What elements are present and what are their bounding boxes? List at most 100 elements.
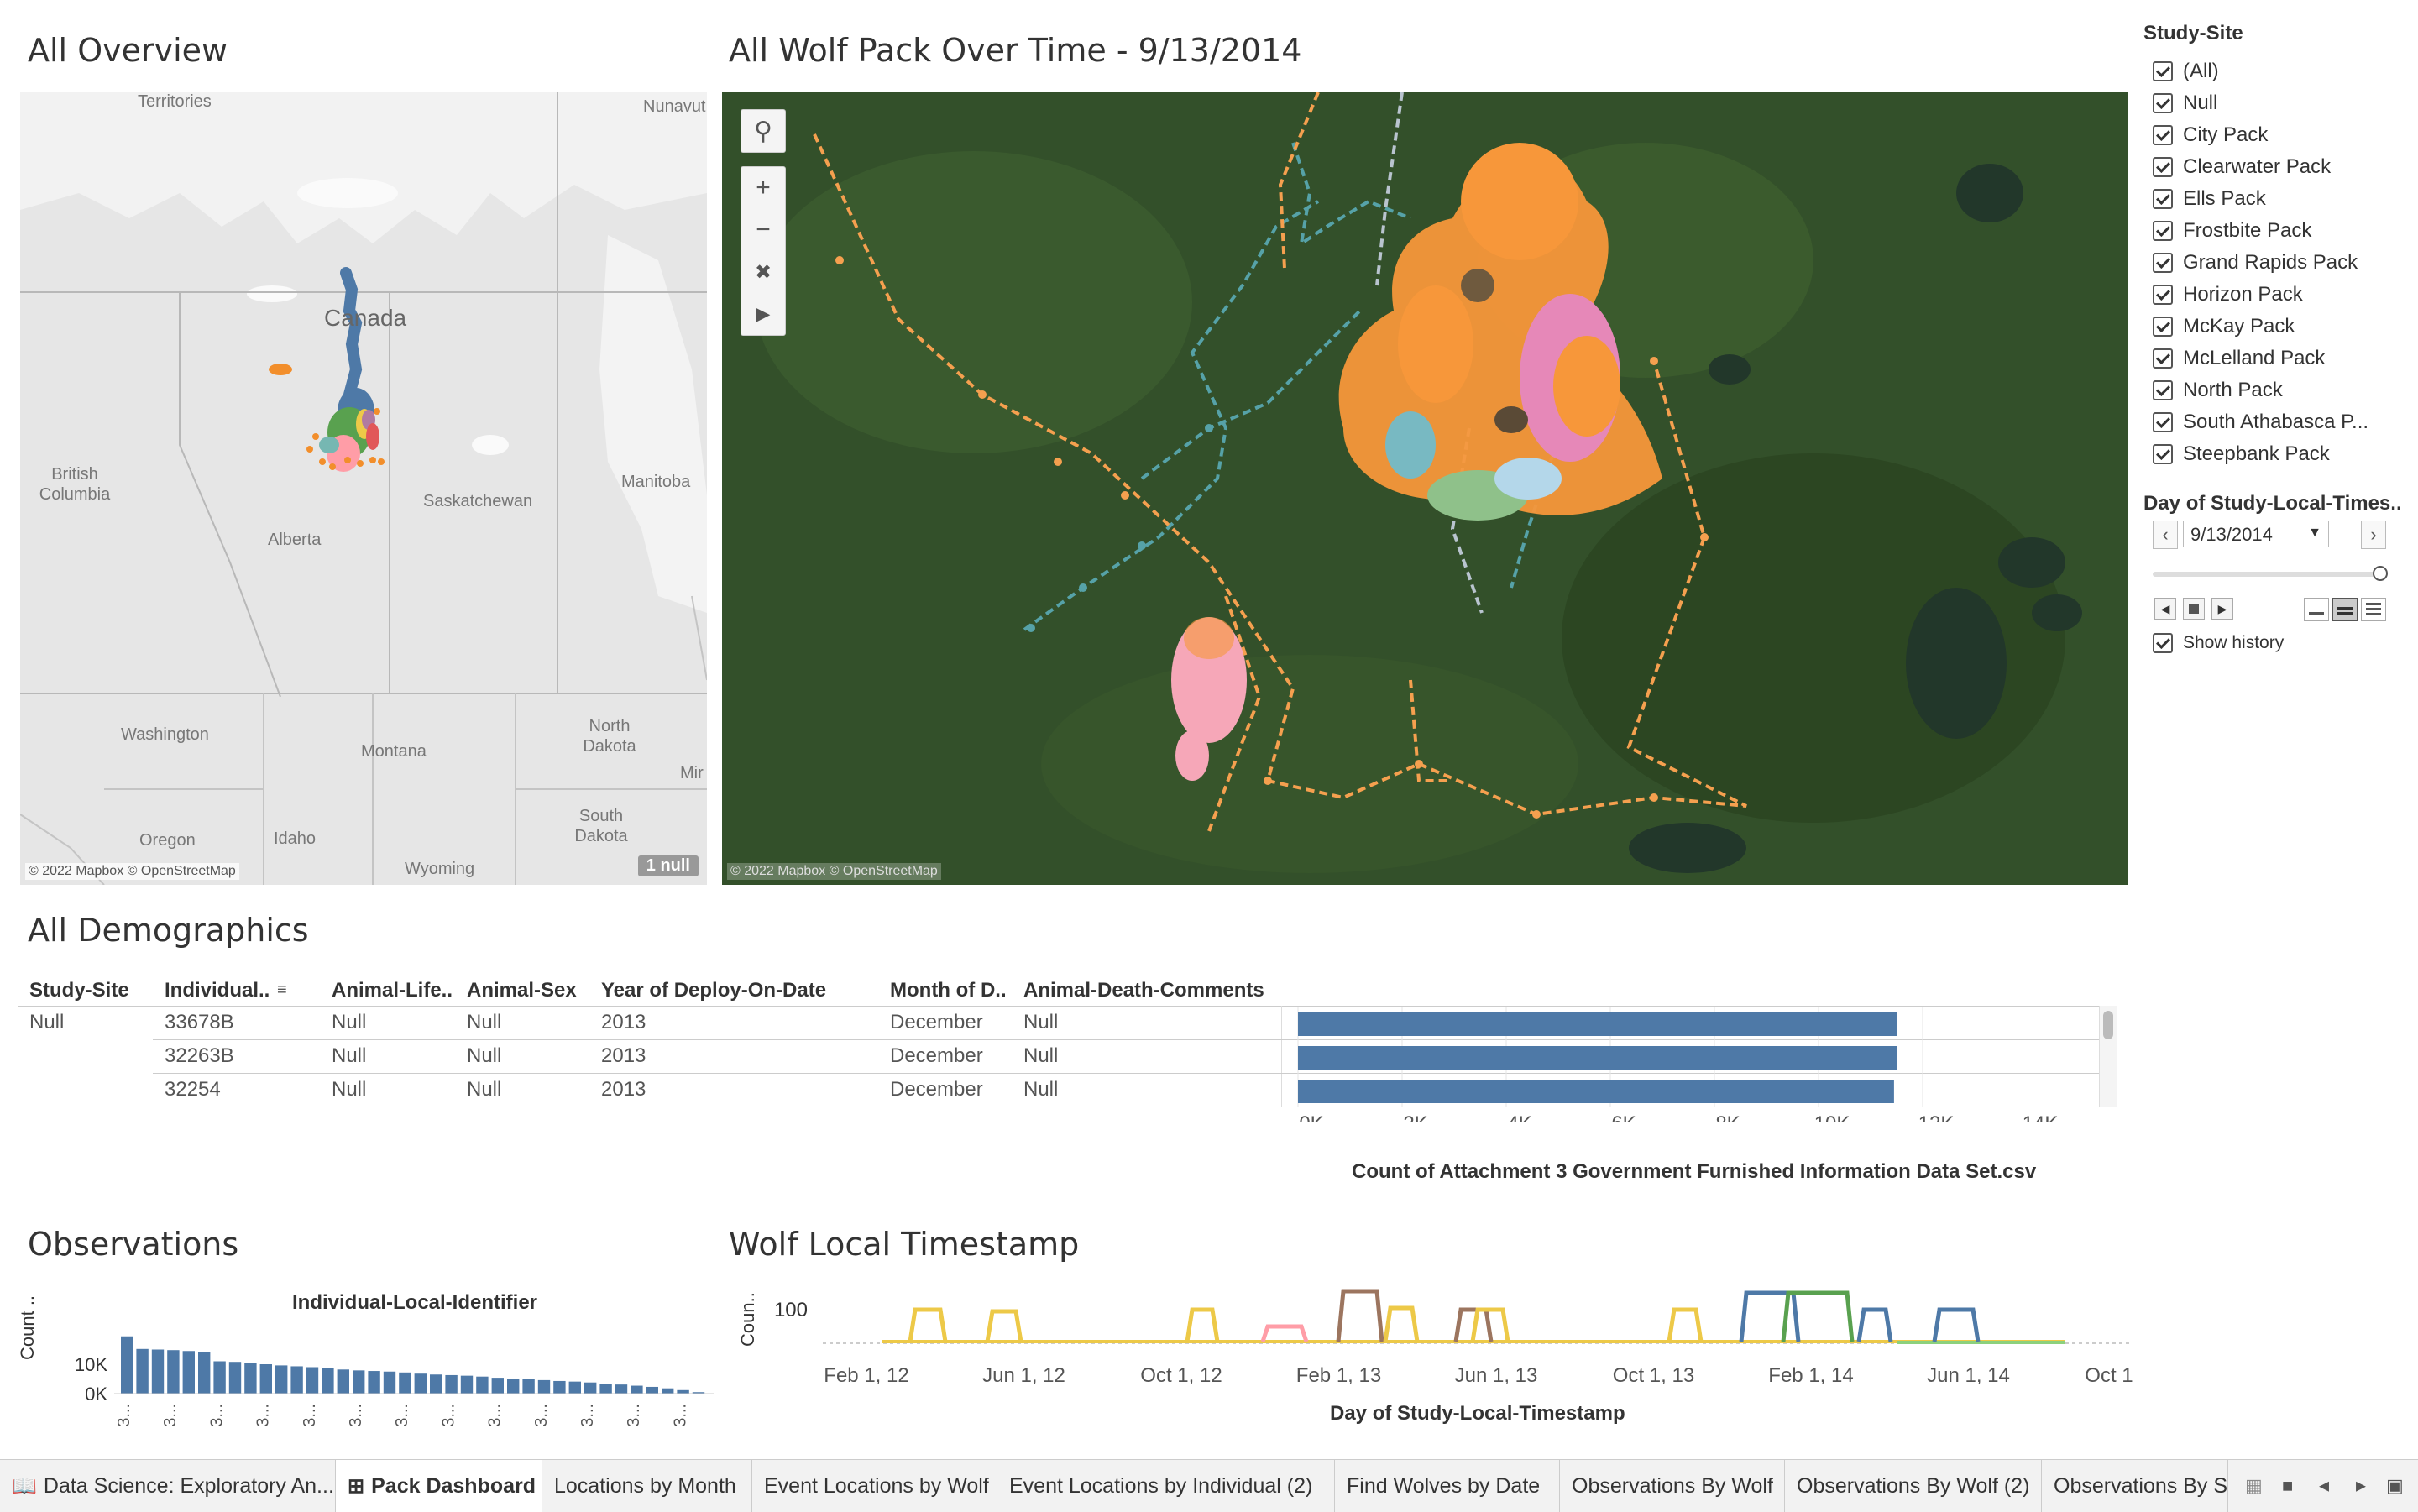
col-year-deploy[interactable]: Year of Deploy-On-Date [601, 979, 826, 1002]
obs-tick-label: 3... [671, 1404, 689, 1427]
filter-checkbox[interactable] [2153, 221, 2173, 241]
ts-series-line [908, 1307, 948, 1342]
date-slider[interactable] [2153, 572, 2379, 577]
tab-locations-by-month[interactable]: Locations by Month [542, 1460, 752, 1512]
null-indicator[interactable]: 1 null [637, 855, 699, 876]
zoom-in-icon[interactable]: + [741, 167, 785, 209]
play-icon[interactable]: ▶ [741, 293, 785, 335]
filter-item[interactable]: Ells Pack [2153, 186, 2266, 212]
demographics-bar [1298, 1080, 1894, 1103]
label-nunavut: Nunavut [643, 97, 706, 116]
cell-life: Null [332, 1044, 367, 1067]
speed-medium-icon[interactable] [2332, 598, 2358, 621]
zoom-out-icon[interactable]: − [741, 209, 785, 251]
cell-month: December [890, 1011, 983, 1033]
filter-item[interactable]: Null [2153, 91, 2217, 116]
observation-bar [414, 1373, 427, 1394]
obs-tick-label: 3... [486, 1404, 505, 1427]
observation-bar [353, 1370, 365, 1394]
demographics-scrollbar[interactable] [2099, 1006, 2117, 1107]
next-date-button[interactable]: › [2361, 521, 2386, 549]
grid-view-icon[interactable]: ▦ [2245, 1475, 2263, 1497]
filter-item[interactable]: North Pack [2153, 378, 2283, 403]
col-animal-life[interactable]: Animal-Life.. [332, 979, 453, 1002]
date-dropdown[interactable]: 9/13/2014 ▼ [2183, 521, 2329, 547]
chevron-down-icon: ▼ [2308, 526, 2321, 540]
demo-tick-label: 14K [2023, 1112, 2059, 1122]
tab-find-wolves-by-date[interactable]: Find Wolves by Date [1335, 1460, 1560, 1512]
scroll-left-icon[interactable]: ◂ [2319, 1473, 2329, 1498]
previous-date-button[interactable]: ‹ [2153, 521, 2178, 549]
observation-bar [553, 1380, 566, 1394]
col-animal-sex[interactable]: Animal-Sex [467, 979, 577, 1002]
filter-checkbox[interactable] [2153, 125, 2173, 145]
tab-pack-dashboard[interactable]: ⊞ Pack Dashboard [336, 1460, 542, 1512]
col-study-site[interactable]: Study-Site [29, 979, 129, 1002]
main-map-title: All Wolf Pack Over Time - 9/13/2014 [729, 32, 1302, 69]
play-forward-icon[interactable]: ▶ [2211, 598, 2233, 620]
tab-event-locations-by-wolf[interactable]: Event Locations by Wolf [752, 1460, 997, 1512]
date-slider-handle[interactable] [2373, 566, 2388, 581]
filter-checkbox[interactable] [2153, 253, 2173, 273]
observation-bar [136, 1348, 149, 1394]
observation-bar [599, 1384, 612, 1394]
filter-checkbox[interactable] [2153, 444, 2173, 464]
col-individual[interactable]: Individual.. [165, 979, 270, 1002]
filter-checkbox[interactable] [2153, 412, 2173, 432]
filter-item[interactable]: Clearwater Pack [2153, 154, 2331, 180]
tab-observations-by-wolf-2[interactable]: Observations By Wolf (2) [1785, 1460, 2042, 1512]
filter-checkbox[interactable] [2153, 380, 2173, 400]
obs-tick-label: 3... [439, 1404, 458, 1427]
filter-checkbox[interactable] [2153, 317, 2173, 337]
filter-item[interactable]: McKay Pack [2153, 314, 2295, 339]
ts-series-line [1856, 1307, 1893, 1342]
filter-item[interactable]: Grand Rapids Pack [2153, 250, 2358, 275]
filter-item[interactable]: (All) [2153, 59, 2219, 84]
stop-icon[interactable] [2183, 598, 2205, 620]
filter-item[interactable]: City Pack [2153, 123, 2268, 148]
filter-item[interactable]: Frostbite Pack [2153, 218, 2311, 243]
sort-icon[interactable]: ≡ [277, 981, 287, 1000]
filter-checkbox[interactable] [2153, 157, 2173, 177]
scroll-right-icon[interactable]: ▸ [2356, 1473, 2366, 1498]
label-south-dakota: South Dakota [574, 807, 628, 845]
filter-item[interactable]: McLelland Pack [2153, 346, 2325, 371]
col-death-comments[interactable]: Animal-Death-Comments [1023, 979, 1264, 1002]
observation-bar [337, 1369, 349, 1394]
filter-checkbox[interactable] [2153, 285, 2173, 305]
filter-item-label: Ells Pack [2183, 187, 2266, 210]
col-month[interactable]: Month of D.. [890, 979, 1007, 1002]
show-history-toggle[interactable]: Show history [2153, 630, 2284, 656]
demo-tick-label: 10K [1814, 1112, 1850, 1122]
tab-event-locations-by-individual[interactable]: Event Locations by Individual (2) [997, 1460, 1335, 1512]
tab-data-science[interactable]: 📖 Data Science: Exploratory An... [0, 1460, 336, 1512]
tab-observations-by-s[interactable]: Observations By S [2042, 1460, 2228, 1512]
map-search-tool[interactable]: ⚲ [741, 109, 786, 153]
filter-checkbox[interactable] [2153, 348, 2173, 369]
filter-item[interactable]: Steepbank Pack [2153, 442, 2330, 467]
filter-checkbox[interactable] [2153, 189, 2173, 209]
step-back-icon[interactable]: ◀ [2154, 598, 2176, 620]
show-history-checkbox[interactable] [2153, 633, 2173, 653]
filmstrip-icon[interactable]: ■ [2282, 1475, 2293, 1497]
ts-series-line [1667, 1307, 1704, 1342]
wolf-pack-map[interactable]: ⚲ + − ✖ ▶ © 2022 Mapbox © OpenStreetMap [722, 92, 2128, 885]
search-icon[interactable]: ⚲ [741, 110, 785, 152]
filter-item-label: South Athabasca P... [2183, 411, 2369, 433]
filter-checkbox[interactable] [2153, 93, 2173, 113]
overview-map[interactable]: Territories Nunavut Canada British Colum… [20, 92, 707, 885]
label-montana: Montana [361, 742, 427, 761]
book-icon: 📖 [12, 1474, 37, 1498]
filter-checkbox[interactable] [2153, 61, 2173, 81]
tab-observations-by-wolf[interactable]: Observations By Wolf [1560, 1460, 1785, 1512]
filter-item[interactable]: South Athabasca P... [2153, 410, 2368, 435]
demo-tick-label: 2K [1403, 1112, 1427, 1122]
speed-fast-icon[interactable] [2361, 598, 2386, 621]
obs-tick-label: 3... [625, 1404, 643, 1427]
observation-bar [167, 1350, 180, 1394]
speed-slow-icon[interactable] [2304, 598, 2329, 621]
filter-item[interactable]: Horizon Pack [2153, 282, 2303, 307]
obs-tick-label: 3... [254, 1404, 273, 1427]
pin-icon[interactable]: ✖ [741, 251, 785, 293]
presentation-icon[interactable]: ▣ [2386, 1475, 2404, 1497]
